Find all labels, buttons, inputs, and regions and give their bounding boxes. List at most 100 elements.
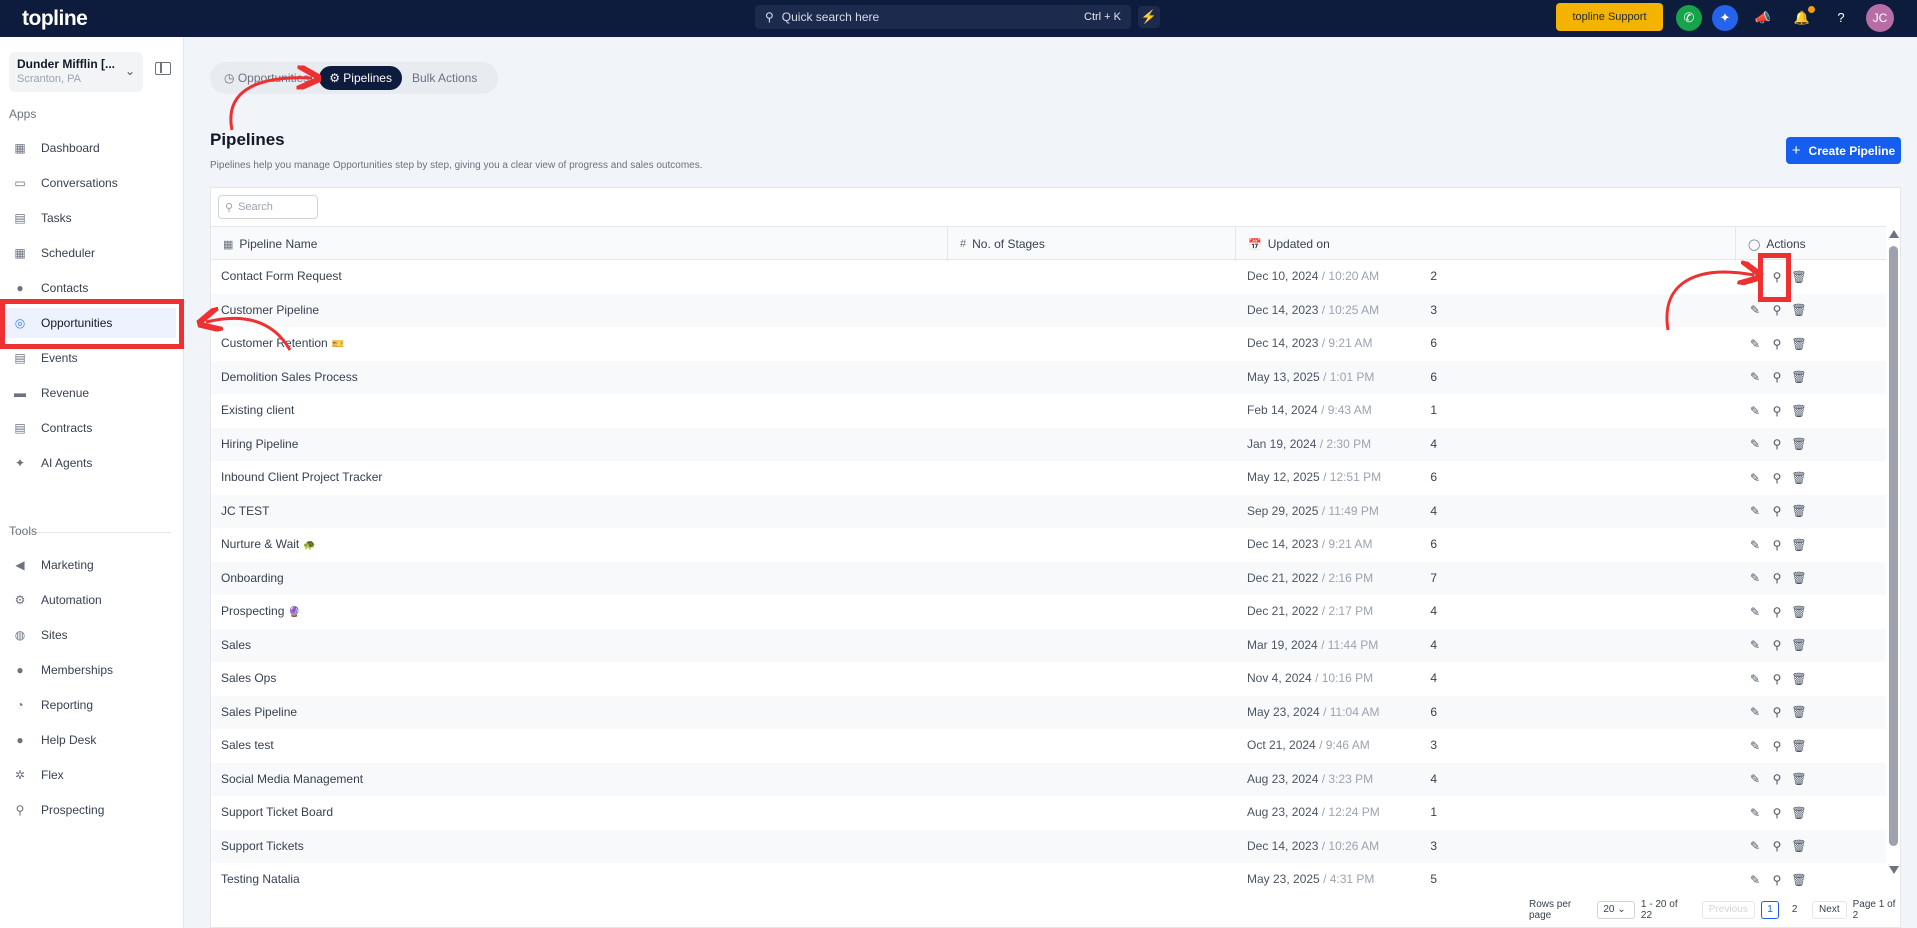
edit-icon[interactable]: ✎ [1744,638,1766,652]
sidebar-item-revenue[interactable]: ▬ Revenue [4,378,176,408]
key-icon[interactable]: ⚲ [1766,705,1788,719]
trash-icon[interactable]: 🗑 [1788,672,1810,686]
sidebar-item-dashboard[interactable]: ▦ Dashboard [4,133,176,163]
key-icon[interactable]: ⚲ [1766,303,1788,317]
key-icon[interactable]: ⚲ [1766,471,1788,485]
trash-icon[interactable]: 🗑 [1788,806,1810,820]
col-pipeline-name[interactable]: ▦ Pipeline Name [211,227,948,261]
edit-icon[interactable]: ✎ [1744,605,1766,619]
megaphone-icon[interactable]: 📣 [1750,5,1776,31]
key-icon[interactable]: ⚲ [1766,638,1788,652]
sidebar-item-flex[interactable]: ✲ Flex [4,760,176,790]
pipeline-name[interactable]: Inbound Client Project Tracker [221,461,382,494]
trash-icon[interactable]: 🗑 [1788,370,1810,384]
key-icon[interactable]: ⚲ [1766,806,1788,820]
pipeline-name[interactable]: Prospecting 🔮 [221,595,301,628]
lightning-icon[interactable]: ⚡ [1138,6,1160,28]
col-updated[interactable]: 📅 Updated on [1236,227,1736,261]
key-icon[interactable]: ⚲ [1766,739,1788,753]
edit-icon[interactable]: ✎ [1744,705,1766,719]
pipeline-name[interactable]: Sales test [221,729,274,762]
sidebar-item-sites[interactable]: ◍ Sites [4,620,176,650]
pipeline-name[interactable]: Customer Pipeline [221,294,319,327]
phone-icon[interactable]: ✆ [1676,5,1702,31]
key-icon[interactable]: ⚲ [1766,672,1788,686]
edit-icon[interactable]: ✎ [1744,337,1766,351]
edit-icon[interactable]: ✎ [1744,538,1766,552]
table-row[interactable]: Social Media Management 4 Aug 23, 2024 / 3… [211,762,1886,796]
sidebar-item-memberships[interactable]: ● Memberships [4,655,176,685]
sidebar-item-scheduler[interactable]: ▦ Scheduler [4,238,176,268]
table-row[interactable]: Sales test 3 Oct 21, 2024 / 9:46 AM ✎ ⚲ 🗑 [211,729,1886,763]
trash-icon[interactable]: 🗑 [1788,504,1810,518]
pipeline-name[interactable]: Onboarding [221,562,284,595]
table-scrollbar[interactable] [1887,226,1901,886]
key-icon[interactable]: ⚲ [1766,772,1788,786]
table-row[interactable]: Nurture & Wait 🐢 6 Dec 14, 2023 / 9:21 AM ✎ ⚲… [211,528,1886,562]
page-1-button[interactable]: 1 [1760,901,1780,919]
edit-icon[interactable]: ✎ [1744,873,1766,887]
table-search-input[interactable]: ⚲ Search [218,195,318,219]
create-pipeline-button[interactable]: + Create Pipeline [1786,137,1901,164]
sidebar-item-automation[interactable]: ⚙ Automation [4,585,176,615]
edit-icon[interactable]: ✎ [1744,303,1766,317]
previous-button[interactable]: Previous [1701,901,1755,919]
sidebar-item-tasks[interactable]: ▤ Tasks [4,203,176,233]
table-row[interactable]: Onboarding 7 Dec 21, 2022 / 2:16 PM ✎ ⚲ 🗑 [211,561,1886,595]
avatar[interactable]: JC [1866,4,1894,32]
account-switcher[interactable]: Dunder Mifflin [... Scranton, PA ⌄ [9,52,143,92]
pipeline-name[interactable]: Support Ticket Board [221,796,333,829]
edit-icon[interactable]: ✎ [1744,370,1766,384]
table-row[interactable]: Support Tickets 3 Dec 14, 2023 / 10:26 AM ✎… [211,829,1886,863]
tab-opportunities[interactable]: ◷ Opportunities [214,66,319,90]
col-stages[interactable]: # No. of Stages [948,227,1236,261]
help-icon[interactable]: ? [1828,5,1854,31]
trash-icon[interactable]: 🗑 [1788,772,1810,786]
edit-icon[interactable]: ✎ [1744,437,1766,451]
trash-icon[interactable]: 🗑 [1788,538,1810,552]
table-row[interactable]: Prospecting 🔮 4 Dec 21, 2022 / 2:17 PM ✎ ⚲ 🗑 [211,595,1886,629]
table-row[interactable]: Contact Form Request 2 Dec 10, 2024 / 10:2… [211,260,1886,294]
key-icon[interactable]: ⚲ [1766,873,1788,887]
tab-pipelines[interactable]: ⚙ Pipelines [319,66,402,90]
page-2-button[interactable]: 2 [1785,901,1804,919]
edit-icon[interactable]: ✎ [1744,404,1766,418]
sidebar-item-marketing[interactable]: ◀ Marketing [4,550,176,580]
trash-icon[interactable]: 🗑 [1788,270,1810,284]
edit-icon[interactable]: ✎ [1744,672,1766,686]
edit-icon[interactable]: ✎ [1744,571,1766,585]
trash-icon[interactable]: 🗑 [1788,739,1810,753]
table-row[interactable]: Demolition Sales Process 6 May 13, 2025 / … [211,360,1886,394]
trash-icon[interactable]: 🗑 [1788,303,1810,317]
sidebar-item-conversations[interactable]: ▭ Conversations [4,168,176,198]
key-icon[interactable]: ⚲ [1766,538,1788,552]
table-row[interactable]: Inbound Client Project Tracker 6 May 12, 2… [211,461,1886,495]
pipeline-name[interactable]: Social Media Management [221,763,363,796]
pipeline-name[interactable]: Hiring Pipeline [221,428,298,461]
table-row[interactable]: Sales 4 Mar 19, 2024 / 11:44 PM ✎ ⚲ 🗑 [211,628,1886,662]
table-row[interactable]: Testing Natalia 5 May 23, 2025 / 4:31 PM ✎ ⚲… [211,863,1886,897]
rows-per-page-select[interactable]: 20 ⌄ [1597,901,1635,919]
trash-icon[interactable]: 🗑 [1788,571,1810,585]
table-row[interactable]: Customer Pipeline 3 Dec 14, 2023 / 10:25 A… [211,293,1886,327]
pipeline-name[interactable]: Testing Natalia [221,863,300,896]
scroll-up-icon[interactable] [1889,230,1899,238]
edit-icon[interactable]: ✎ [1744,471,1766,485]
pipeline-name[interactable]: Sales [221,629,251,662]
key-icon[interactable]: ⚲ [1766,605,1788,619]
pipeline-name[interactable]: Contact Form Request [221,260,342,293]
sidebar-collapse-icon[interactable] [155,62,171,75]
pipeline-name[interactable]: Sales Pipeline [221,696,297,729]
sidebar-item-contracts[interactable]: ▤ Contracts [4,413,176,443]
pipeline-name[interactable]: Customer Retention 🎫 [221,327,344,360]
trash-icon[interactable]: 🗑 [1788,605,1810,619]
trash-icon[interactable]: 🗑 [1788,471,1810,485]
key-icon[interactable]: ⚲ [1766,337,1788,351]
scroll-down-icon[interactable] [1889,866,1899,874]
edit-icon[interactable]: ✎ [1744,504,1766,518]
trash-icon[interactable]: 🗑 [1788,404,1810,418]
sidebar-item-ai-agents[interactable]: ✦ AI Agents [4,448,176,478]
trash-icon[interactable]: 🗑 [1788,437,1810,451]
logo[interactable]: topline [22,7,88,31]
edit-icon[interactable]: ✎ [1744,739,1766,753]
